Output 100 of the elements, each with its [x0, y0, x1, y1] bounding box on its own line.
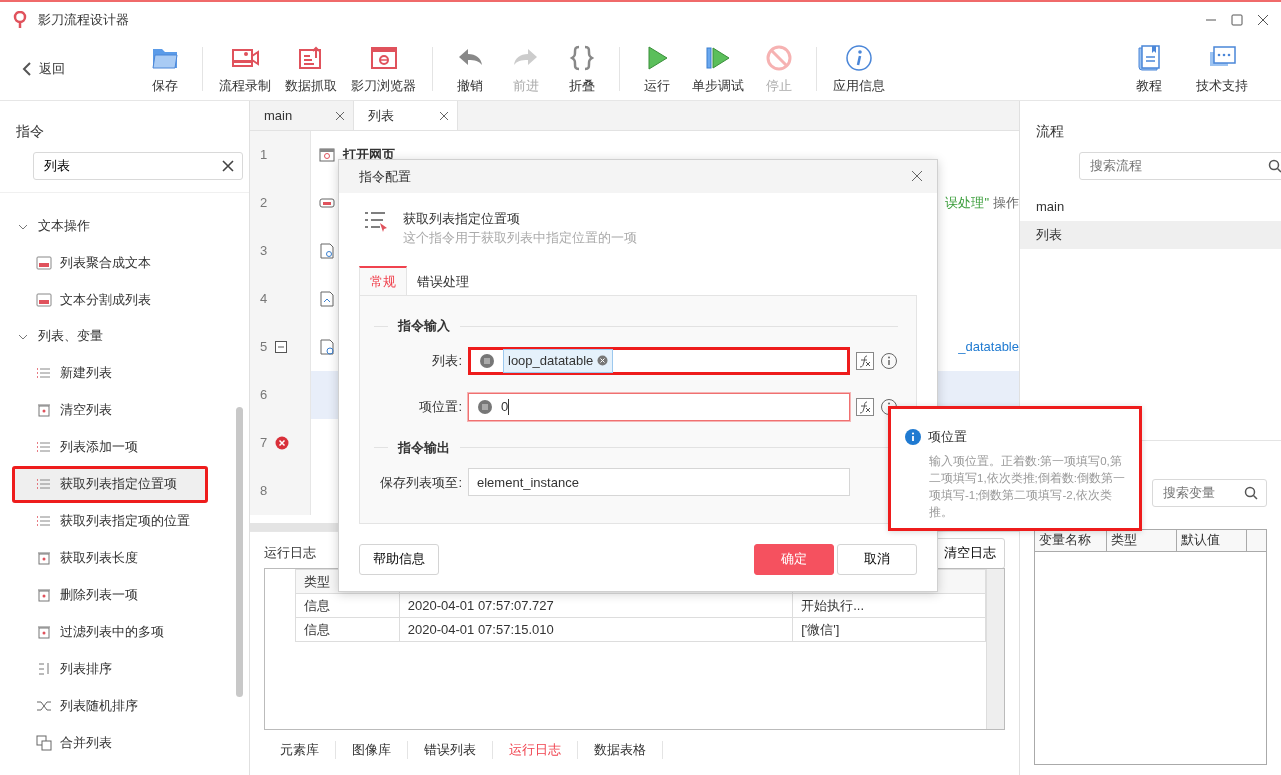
input-field[interactable]: element_instance	[468, 468, 850, 497]
tree-group[interactable]: 文本操作	[0, 208, 231, 245]
panel-tab[interactable]: 数据表格	[578, 740, 663, 760]
command-icon	[319, 195, 335, 211]
tree-item[interactable]: 删除列表一项	[0, 576, 231, 614]
dialog-button[interactable]: 取消	[837, 544, 917, 575]
flow-item[interactable]: 列表	[1020, 220, 1281, 249]
tree-item[interactable]: 获取列表指定项的位置	[0, 502, 231, 540]
tree-item[interactable]: 清空列表	[0, 391, 231, 429]
field-label: 保存列表项至:	[379, 473, 462, 492]
logo-icon	[12, 11, 28, 29]
dialog-tab[interactable]: 常规	[359, 265, 407, 296]
tree-item[interactable]: 过滤列表中的多项	[0, 613, 231, 651]
toolbar-button[interactable]: 单步调试	[688, 42, 748, 96]
panel-tab[interactable]: 运行日志	[493, 740, 578, 760]
toolbar-button[interactable]: 折叠	[557, 42, 607, 96]
chevron-left-icon	[22, 61, 32, 77]
table-cell: 2020-04-01 07:57:07.727	[399, 593, 793, 618]
toolbar-button[interactable]: 撤销	[445, 42, 495, 96]
variable-tag[interactable]: loop_datatable	[503, 349, 614, 373]
toolbar-button[interactable]: 数据抓取	[281, 42, 341, 96]
toolbar-button[interactable]: 保存	[140, 42, 190, 96]
search-field[interactable]: 搜索变量	[1152, 479, 1267, 507]
column-header: 默认值	[1177, 530, 1247, 551]
panel-title: 运行日志	[264, 544, 316, 563]
panel-tab[interactable]: 图像库	[336, 740, 408, 760]
close-icon[interactable]	[439, 110, 449, 121]
tree-item[interactable]: 列表聚合成文本	[0, 244, 231, 282]
tree-item[interactable]: 获取列表长度	[0, 539, 231, 577]
search-icon[interactable]	[1267, 158, 1281, 173]
panel-tab[interactable]: 元素库	[264, 740, 336, 760]
table-cell: 开始执行...	[792, 593, 986, 618]
function-icon[interactable]	[856, 351, 874, 370]
code-text: 操作	[993, 194, 1019, 213]
table-cell: ['微信']	[792, 617, 986, 642]
command-icon	[319, 243, 335, 259]
line-number: 3	[260, 242, 268, 261]
dialog-tab[interactable]: 错误处理	[407, 265, 479, 296]
line-number: 4	[260, 290, 268, 309]
toolbar-button[interactable]: 影刀浏览器	[347, 42, 420, 96]
tree-item[interactable]: 列表随机排序	[0, 687, 231, 725]
tree-group[interactable]: 列表、变量	[0, 318, 231, 355]
panel-title: 流程	[1036, 123, 1065, 140]
line-number: 1	[260, 146, 268, 165]
search-input[interactable]: 列表	[41, 155, 222, 177]
search-field[interactable]: 列表	[32, 151, 243, 180]
close-icon[interactable]	[335, 110, 345, 121]
panel-tab[interactable]: 错误列表	[408, 740, 493, 760]
toolbar-button[interactable]: 技术支持	[1191, 42, 1252, 96]
tree-item[interactable]: 列表添加一项	[0, 428, 231, 466]
toolbar-button[interactable]: 应用信息	[829, 42, 889, 96]
code-text: 误处理"	[945, 194, 989, 213]
line-number: 6	[260, 386, 268, 405]
search-input[interactable]: 搜索变量	[1161, 482, 1244, 504]
search-icon[interactable]	[1244, 486, 1258, 500]
tree-item[interactable]: 列表排序	[0, 650, 231, 688]
window-title: 影刀流程设计器	[38, 11, 129, 30]
tree-item[interactable]: 新建列表	[0, 354, 231, 392]
toolbar-button[interactable]: 流程录制	[215, 42, 275, 96]
command-title: 获取列表指定位置项	[403, 209, 521, 228]
function-icon[interactable]	[856, 397, 874, 416]
command-icon	[319, 147, 335, 163]
line-number: 5	[260, 338, 268, 357]
info-icon[interactable]	[880, 351, 898, 370]
search-field[interactable]: 搜索流程	[1078, 151, 1281, 180]
remove-icon[interactable]	[597, 355, 609, 367]
tree-item[interactable]: 文本分割成列表	[0, 281, 231, 319]
back-button[interactable]: 返回	[10, 59, 140, 79]
tooltip-text: 输入项位置。正着数:第一项填写0,第二项填写1,依次类推;倒着数:倒数第一项填写-1;倒数第二项填写-2,依次类推。	[929, 453, 1125, 521]
command-icon	[319, 339, 335, 355]
table-text-icon	[36, 255, 52, 272]
clear-icon[interactable]	[221, 159, 234, 172]
clear-log-button[interactable]: 清空日志	[935, 537, 1005, 569]
tree-item[interactable]: 合并列表	[0, 724, 231, 762]
line-number: 8	[260, 482, 268, 501]
table-cell: 信息	[295, 593, 400, 618]
code-text: _datatable	[958, 338, 1019, 357]
toolbar-button[interactable]: 运行	[632, 42, 682, 96]
flow-item[interactable]: main	[1020, 192, 1281, 221]
close-icon[interactable]	[911, 170, 923, 183]
info-icon	[905, 428, 921, 445]
table-cell: 信息	[295, 617, 400, 642]
tree-item[interactable]: 获取列表指定位置项	[12, 465, 208, 503]
maximize-icon[interactable]	[1231, 14, 1243, 26]
line-number: 7	[260, 434, 268, 453]
collapse-icon[interactable]	[275, 341, 288, 353]
field-label: 项位置:	[418, 398, 462, 417]
input-field[interactable]: loop_datatable	[468, 346, 850, 375]
error-icon	[275, 436, 290, 450]
python-icon	[477, 398, 493, 415]
tooltip-title: 项位置	[927, 428, 967, 446]
section-title: 指令输入	[374, 316, 898, 336]
command-icon	[319, 291, 335, 307]
close-icon[interactable]	[1257, 14, 1269, 26]
input-field[interactable]: 0	[468, 392, 850, 421]
toolbar-button[interactable]: 教程	[1123, 42, 1174, 96]
editor-tab[interactable]: 列表	[354, 101, 458, 130]
dialog-button[interactable]: 帮助信息	[359, 544, 439, 575]
info-icon	[844, 42, 874, 73]
search-input[interactable]: 搜索流程	[1087, 155, 1268, 177]
